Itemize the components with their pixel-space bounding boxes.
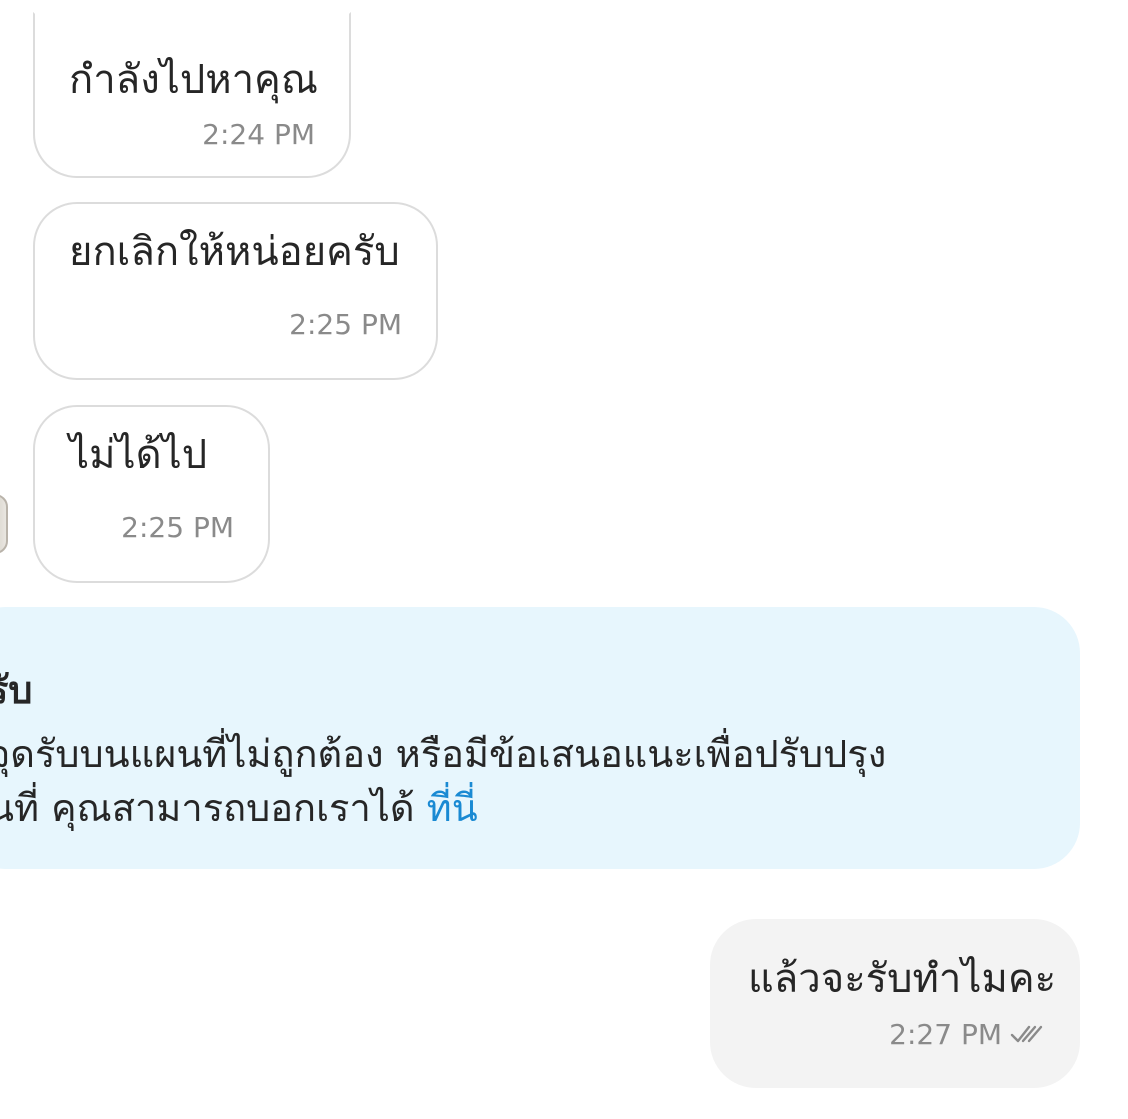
- message-text: ยกเลิกให้หน่อยครับ: [69, 229, 400, 275]
- message-text: กำลังไปหาคุณ: [69, 57, 318, 103]
- notice-text-line: นที่ คุณสามารถบอกเราได้ ที่นี่: [0, 777, 478, 838]
- notice-text-line: จุดรับบนแผนที่ไม่ถูกต้อง หรือมีข้อเสนอแน…: [0, 732, 887, 776]
- outgoing-message-bubble[interactable]: แล้วจะรับทำไมคะ 2:27 PM: [710, 919, 1080, 1088]
- system-notice-card: รับ จุดรับบนแผนที่ไม่ถูกต้อง หรือมีข้อเส…: [0, 607, 1080, 869]
- incoming-message-bubble[interactable]: กำลังไปหาคุณ 2:24 PM: [33, 12, 351, 178]
- double-check-icon: [1010, 1025, 1043, 1043]
- incoming-message-bubble[interactable]: ยกเลิกให้หน่อยครับ 2:25 PM: [33, 202, 438, 380]
- chat-thread[interactable]: กำลังไปหาคุณ 2:24 PM ยกเลิกให้หน่อยครับ …: [0, 0, 1128, 1119]
- message-timestamp: 2:25 PM: [289, 308, 402, 341]
- message-text: ไม่ได้ไป: [69, 432, 208, 478]
- message-text: แล้วจะรับทำไมคะ: [748, 956, 1057, 1002]
- message-timestamp: 2:25 PM: [121, 511, 234, 544]
- message-timestamp: 2:27 PM: [889, 1018, 1002, 1051]
- incoming-message-bubble[interactable]: ไม่ได้ไป 2:25 PM: [33, 405, 270, 583]
- notice-link[interactable]: ที่นี่: [427, 786, 478, 830]
- notice-title: รับ: [0, 668, 33, 712]
- sender-avatar[interactable]: [0, 494, 8, 554]
- message-timestamp: 2:24 PM: [202, 118, 315, 151]
- notice-text: นที่ คุณสามารถบอกเราได้: [0, 786, 427, 830]
